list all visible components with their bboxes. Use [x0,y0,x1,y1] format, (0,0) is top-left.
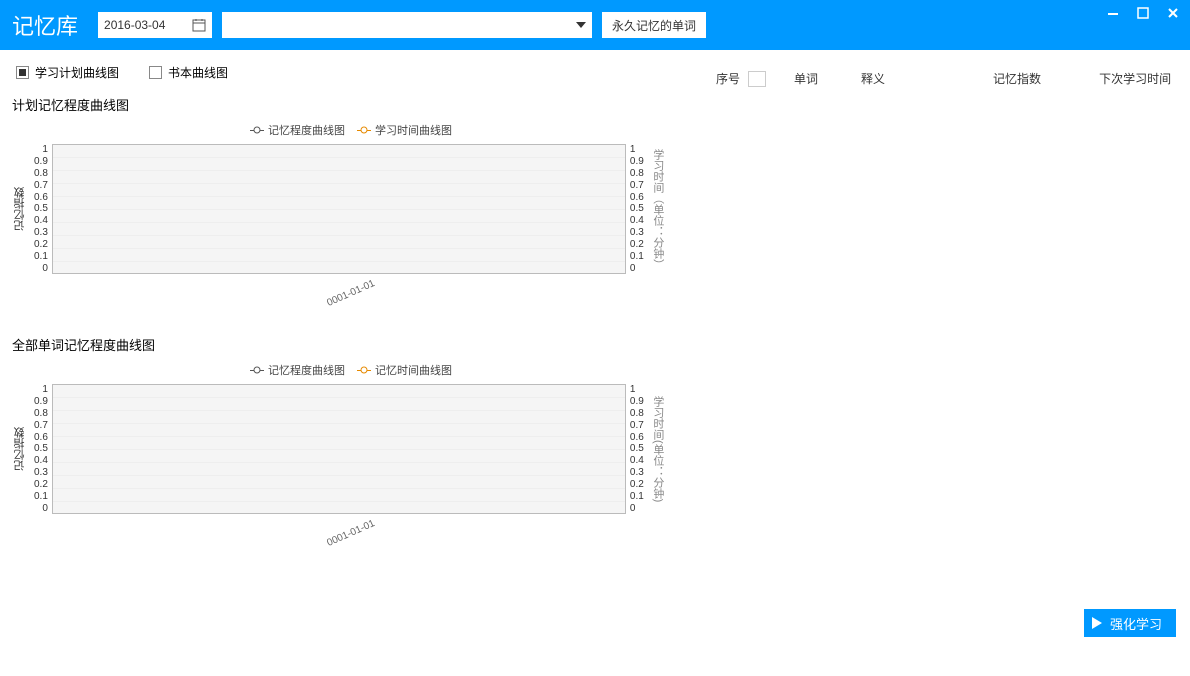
th-seq: 序号 [716,70,740,87]
checkbox-label: 书本曲线图 [168,64,228,81]
chart-1-legend: 记忆程度曲线图 学习时间曲线图 [12,122,690,138]
table-header-row: 序号 单词 释义 记忆指数 下次学习时间 [716,70,1176,87]
y-ticks-left: 10.90.80.70.60.50.40.30.20.10 [30,144,52,274]
checkbox-icon [149,66,162,79]
chart-1-title: 计划记忆程度曲线图 [12,95,690,114]
date-input[interactable]: 2016-03-04 [98,12,212,38]
close-icon[interactable] [1166,6,1180,23]
legend-item: 记忆程度曲线图 [250,122,345,138]
play-icon [1092,617,1102,629]
date-value: 2016-03-04 [104,18,165,32]
chart-2-title: 全部单词记忆程度曲线图 [12,335,690,354]
legend-item: 学习时间曲线图 [357,122,452,138]
checkbox-book-curve[interactable]: 书本曲线图 [149,64,228,81]
reinforce-label: 强化学习 [1110,614,1162,633]
app-title: 记忆库 [12,9,78,41]
legend-item: 记忆时间曲线图 [357,362,452,378]
y-axis-right-label: 学习时间(单位：分钟) [650,396,666,502]
chart-1: 计划记忆程度曲线图 记忆程度曲线图 学习时间曲线图 记忆指数 10.90.80.… [12,95,690,299]
checkbox-icon [16,66,29,79]
y-axis-left-label: 记忆指数 [12,427,28,471]
y-ticks-left: 10.90.80.70.60.50.40.30.20.10 [30,384,52,514]
chart-2: 全部单词记忆程度曲线图 记忆程度曲线图 记忆时间曲线图 记忆指数 10.90.8… [12,335,690,539]
titlebar: 记忆库 2016-03-04 永久记忆的单词 [0,0,1190,50]
th-meaning: 释义 [861,70,885,87]
book-dropdown[interactable] [222,12,592,38]
y-axis-right-label: 学习时间（单位：分钟） [650,149,666,270]
th-word: 单词 [794,70,818,87]
minimize-icon[interactable] [1106,6,1120,23]
window-controls [1106,6,1180,23]
permanent-memory-button[interactable]: 永久记忆的单词 [602,12,706,38]
checkbox-plan-curve[interactable]: 学习计划曲线图 [16,64,119,81]
chevron-down-icon [576,22,586,28]
th-mem-index: 记忆指数 [993,70,1041,87]
y-axis-left-label: 记忆指数 [12,187,28,231]
seq-box[interactable] [748,71,766,87]
checkbox-label: 学习计划曲线图 [35,64,119,81]
left-panel: 学习计划曲线图 书本曲线图 计划记忆程度曲线图 记忆程度曲线图 学习时间曲线图 … [0,50,702,651]
calendar-icon [192,18,206,32]
th-next-study: 下次学习时间 [1099,70,1171,87]
right-panel: 序号 单词 释义 记忆指数 下次学习时间 强化学习 [702,50,1190,651]
chart-2-legend: 记忆程度曲线图 记忆时间曲线图 [12,362,690,378]
maximize-icon[interactable] [1136,6,1150,23]
checkbox-row: 学习计划曲线图 书本曲线图 [12,64,690,81]
reinforce-learn-button[interactable]: 强化学习 [1084,609,1176,637]
legend-item: 记忆程度曲线图 [250,362,345,378]
